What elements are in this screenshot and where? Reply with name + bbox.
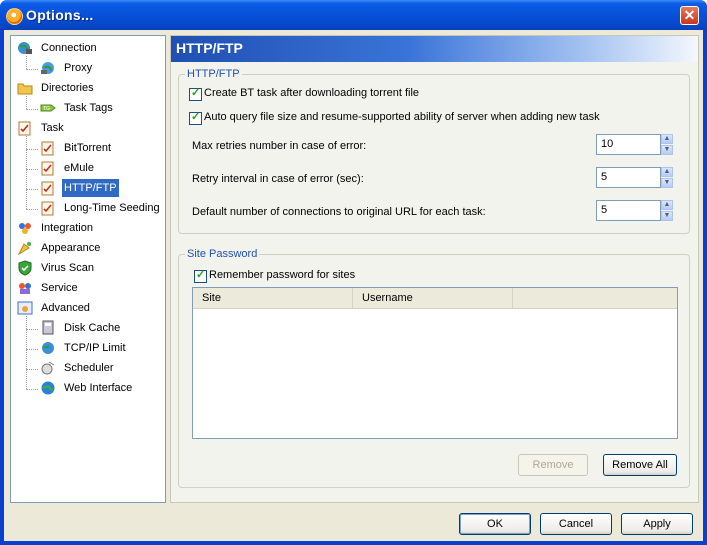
svg-text:TG: TG — [43, 106, 50, 112]
appearance-icon — [17, 240, 33, 256]
tree-item-label: Service — [41, 282, 78, 294]
site-password-list[interactable]: Site Username — [192, 287, 678, 439]
panel-header: HTTP/FTP — [171, 36, 698, 62]
column-username[interactable]: Username — [353, 288, 513, 308]
task-clipboard-icon — [40, 200, 56, 216]
task-clipboard-icon — [17, 120, 33, 136]
site-password-group-title: Site Password — [185, 248, 260, 260]
spin-up-icon[interactable]: ▲ — [661, 134, 673, 144]
retry-interval-spinner[interactable]: 5 ▲ ▼ — [596, 167, 673, 189]
auto-query-label: Auto query file size and resume-supporte… — [204, 111, 600, 123]
remove-all-button[interactable]: Remove All — [603, 454, 677, 476]
spin-up-icon[interactable]: ▲ — [661, 167, 673, 177]
tree-item-label: Scheduler — [64, 362, 114, 374]
task-clipboard-icon — [40, 160, 56, 176]
tree-item-label: HTTP/FTP — [62, 179, 119, 197]
remember-password-checkbox[interactable] — [194, 268, 207, 283]
service-icon — [17, 280, 33, 296]
tree-item-label: Proxy — [64, 62, 93, 74]
disk-cache-icon — [40, 320, 56, 336]
tree-item-label: TCP/IP Limit — [64, 342, 126, 354]
http-ftp-group-title: HTTP/FTP — [185, 68, 242, 80]
task-clipboard-icon — [40, 140, 56, 156]
tree-item-label: Integration — [41, 222, 93, 234]
task-clipboard-icon — [40, 180, 56, 196]
remember-password-label: Remember password for sites — [209, 269, 356, 281]
scheduler-icon — [40, 360, 56, 376]
spin-up-icon[interactable]: ▲ — [661, 200, 673, 210]
max-retries-spinner[interactable]: 10 ▲ ▼ — [596, 134, 673, 156]
app-icon — [6, 8, 23, 25]
auto-query-checkbox[interactable] — [189, 110, 202, 125]
window-title: Options... — [26, 7, 94, 23]
create-bt-label: Create BT task after downloading torrent… — [204, 87, 420, 99]
retry-interval-input[interactable]: 5 — [596, 167, 661, 188]
tree-item-label: Task — [41, 122, 64, 134]
connections-spinner[interactable]: 5 ▲ ▼ — [596, 200, 673, 222]
tree-item-label: Directories — [41, 82, 94, 94]
create-bt-checkbox[interactable] — [189, 86, 202, 101]
tree-item-label: BitTorrent — [64, 142, 112, 154]
http-ftp-group: HTTP/FTP Create BT task after downloadin… — [178, 68, 690, 234]
integration-icon — [17, 220, 33, 236]
spin-down-icon[interactable]: ▼ — [661, 211, 673, 221]
tree-item-label: Task Tags — [64, 102, 113, 114]
tcpip-icon — [40, 340, 56, 356]
advanced-icon — [17, 300, 33, 316]
max-retries-input[interactable]: 10 — [596, 134, 661, 155]
column-site[interactable]: Site — [193, 288, 353, 308]
connections-input[interactable]: 5 — [596, 200, 661, 221]
remove-button[interactable]: Remove — [518, 454, 588, 476]
title-bar[interactable]: Options... ✕ — [0, 0, 707, 30]
tree-item-label: Appearance — [41, 242, 101, 254]
retry-interval-label: Retry interval in case of error (sec): — [192, 173, 364, 185]
tree-item-label: Web Interface — [64, 382, 133, 394]
spin-down-icon[interactable]: ▼ — [661, 178, 673, 188]
cancel-button[interactable]: Cancel — [540, 513, 612, 535]
close-button[interactable]: ✕ — [680, 6, 699, 25]
globe-proxy-icon — [40, 60, 56, 76]
tree-item-label: Virus Scan — [41, 262, 94, 274]
tree-item-label: Connection — [41, 42, 97, 54]
options-window: Options... ✕ Connection Proxy Directories T… — [0, 0, 707, 545]
tree-item-label: Long-Time Seeding — [64, 202, 160, 214]
spin-down-icon[interactable]: ▼ — [661, 145, 673, 155]
apply-button[interactable]: Apply — [621, 513, 693, 535]
max-retries-label: Max retries number in case of error: — [192, 140, 367, 152]
options-tree: Connection Proxy Directories TG Task Tags Tas… — [10, 35, 166, 503]
dialog-body: Connection Proxy Directories TG Task Tags Tas… — [4, 30, 703, 541]
shield-icon — [17, 260, 33, 276]
ok-button[interactable]: OK — [459, 513, 531, 535]
list-header: Site Username — [193, 288, 677, 309]
panel-title: HTTP/FTP — [176, 40, 243, 56]
folder-icon — [17, 80, 33, 96]
connections-label: Default number of connections to origina… — [192, 206, 486, 218]
tree-item-label: eMule — [64, 162, 94, 174]
globe-network-icon — [17, 40, 33, 56]
tree-item-label: Advanced — [41, 302, 90, 314]
tree-item-label: Disk Cache — [64, 322, 121, 334]
tag-icon: TG — [40, 100, 56, 116]
web-globe-icon — [40, 380, 56, 396]
